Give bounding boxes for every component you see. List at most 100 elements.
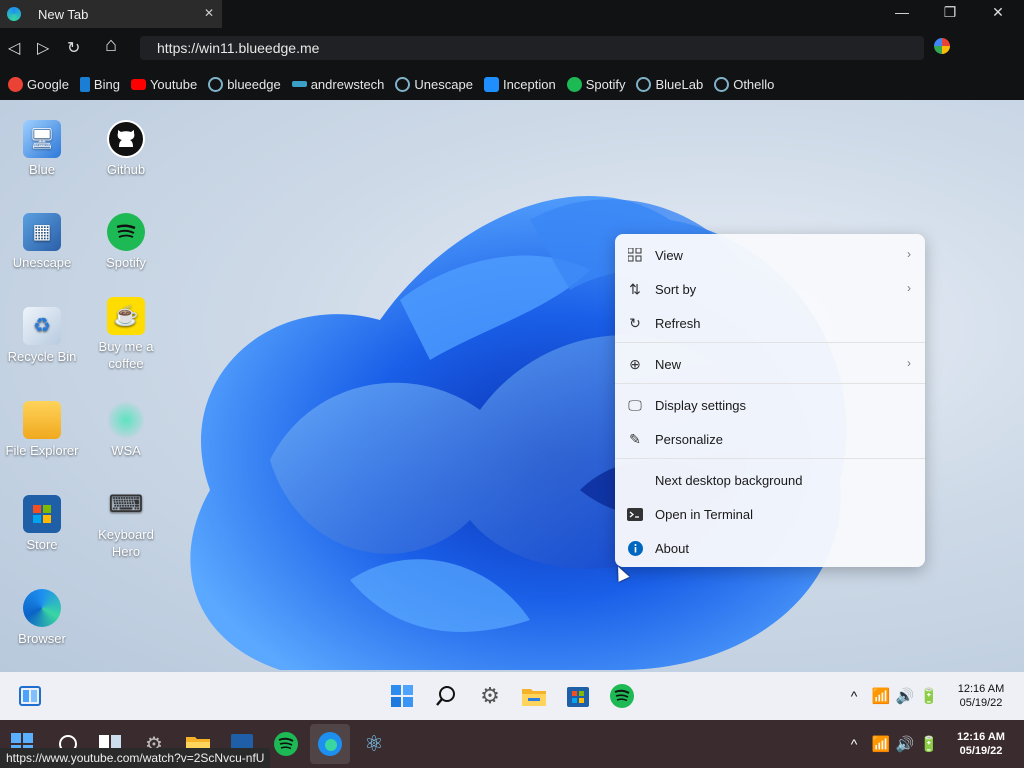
- menu-item-about[interactable]: About: [615, 533, 925, 563]
- grid-icon: [627, 247, 643, 263]
- unescape-icon: ▦: [23, 213, 61, 251]
- desktop-icon-wsa[interactable]: WSA: [84, 401, 168, 459]
- store-icon[interactable]: [566, 684, 590, 708]
- menu-item-view[interactable]: View ›: [615, 240, 925, 270]
- chevron-up-icon[interactable]: ^: [842, 732, 866, 756]
- tab-title: New Tab: [38, 6, 89, 22]
- store-icon: [23, 495, 61, 533]
- spotify-icon[interactable]: [610, 684, 634, 708]
- desktop-icon-github[interactable]: Github: [84, 120, 168, 178]
- computer-icon: 🖥: [23, 120, 61, 158]
- google-icon[interactable]: [934, 38, 950, 54]
- plus-circle-icon: ⊕: [629, 355, 641, 372]
- menu-item-personalize[interactable]: ✎ Personalize: [615, 424, 925, 454]
- volume-icon[interactable]: 🔊: [893, 684, 917, 708]
- volume-icon[interactable]: 🔊: [893, 732, 917, 756]
- navigation-bar: ◁ ▷ ↻ ⌂ https://win11.blueedge.me: [0, 28, 1024, 68]
- refresh-icon: ↻: [629, 314, 641, 331]
- menu-item-label: Next desktop background: [655, 472, 803, 488]
- react-atom-icon[interactable]: ⚛: [362, 731, 386, 756]
- spotify-icon[interactable]: [274, 732, 298, 756]
- desktop[interactable]: 🖥 Blue ▦ Unescape ♻ Recycle Bin File Exp…: [0, 100, 1024, 672]
- widgets-icon[interactable]: [18, 684, 42, 708]
- bookmark-othello[interactable]: Othello: [714, 76, 774, 92]
- reload-icon[interactable]: ↻: [67, 38, 80, 58]
- tab-close-icon[interactable]: ✕: [204, 6, 214, 20]
- bookmark-blueedge[interactable]: blueedge: [208, 76, 281, 92]
- edge-favicon-icon: [7, 7, 21, 21]
- desktop-icon-browser[interactable]: Browser: [0, 589, 84, 647]
- react-atom-icon: [714, 76, 730, 92]
- wifi-icon[interactable]: 📶: [869, 732, 893, 756]
- tab-new-tab[interactable]: New Tab ✕: [0, 0, 222, 28]
- inner-clock[interactable]: 12:16 AM 05/19/22: [950, 682, 1012, 710]
- bookmark-label: blueedge: [227, 76, 281, 92]
- desktop-icon-keyboard-hero[interactable]: ⌨ Keyboard Hero: [84, 485, 168, 560]
- menu-item-display-settings[interactable]: 🖵 Display settings: [615, 390, 925, 420]
- inception-icon: [483, 76, 499, 92]
- bookmark-label: Spotify: [585, 76, 626, 92]
- react-atom-icon: [636, 76, 652, 92]
- desktop-icon-recycle-bin[interactable]: ♻ Recycle Bin: [0, 307, 84, 365]
- bookmark-spotify[interactable]: Spotify: [566, 76, 626, 92]
- battery-icon[interactable]: 🔋: [917, 684, 941, 708]
- clock-date: 05/19/22: [959, 745, 1003, 757]
- bookmark-bing[interactable]: Bing: [79, 76, 120, 92]
- search-icon[interactable]: [434, 684, 458, 708]
- bookmark-inception[interactable]: Inception: [483, 76, 556, 92]
- bookmark-bluelab[interactable]: BlueLab: [636, 76, 703, 92]
- desktop-icon-file-explorer[interactable]: File Explorer: [0, 401, 84, 459]
- bookmark-unescape[interactable]: Unescape: [395, 76, 473, 92]
- minimize-button[interactable]: —: [892, 4, 912, 20]
- desktop-icon-buy-me-a-coffee[interactable]: ☕ Buy me a coffee: [84, 297, 168, 372]
- desktop-icon-store[interactable]: Store: [0, 495, 84, 553]
- menu-item-label: View: [655, 247, 683, 263]
- home-icon[interactable]: ⌂: [105, 34, 117, 57]
- menu-item-new[interactable]: ⊕ New ›: [615, 349, 925, 379]
- bing-icon: [79, 76, 90, 92]
- chevron-up-icon[interactable]: ^: [842, 684, 866, 708]
- desktop-icon-label: Keyboard Hero: [98, 527, 154, 559]
- bookmark-youtube[interactable]: Youtube: [130, 77, 197, 92]
- maximize-button[interactable]: ❐: [940, 4, 960, 21]
- edge-icon[interactable]: [318, 732, 342, 756]
- coffee-cup-icon: ☕: [107, 297, 145, 335]
- menu-item-sort-by[interactable]: ⇅ Sort by ›: [615, 274, 925, 304]
- desktop-icon-label: Store: [26, 537, 58, 552]
- bookmark-label: Bing: [93, 76, 120, 92]
- file-explorer-icon[interactable]: [522, 684, 546, 708]
- menu-item-refresh[interactable]: ↻ Refresh: [615, 308, 925, 338]
- clock-date: 05/19/22: [959, 697, 1003, 709]
- menu-item-label: About: [655, 540, 689, 556]
- wsa-icon: [107, 401, 145, 439]
- menu-item-label: Refresh: [655, 315, 701, 331]
- desktop-icon-spotify[interactable]: Spotify: [84, 213, 168, 271]
- menu-item-open-in-terminal[interactable]: Open in Terminal: [615, 499, 925, 529]
- bookmark-google[interactable]: Google: [8, 76, 69, 92]
- edge-icon: [23, 589, 61, 627]
- start-icon[interactable]: [390, 684, 414, 708]
- menu-item-label: Display settings: [655, 397, 747, 413]
- battery-icon[interactable]: 🔋: [917, 732, 941, 756]
- wifi-icon[interactable]: 📶: [869, 684, 893, 708]
- folder-icon: [23, 401, 61, 439]
- settings-gear-icon[interactable]: ⚙: [478, 683, 502, 708]
- desktop-icon-label: Recycle Bin: [7, 349, 77, 364]
- back-icon[interactable]: ◁: [8, 38, 20, 58]
- forward-icon[interactable]: ▷: [37, 38, 49, 58]
- github-icon: [107, 120, 145, 158]
- address-bar[interactable]: https://win11.blueedge.me: [140, 36, 924, 60]
- youtube-icon: [130, 78, 146, 90]
- google-icon: [8, 76, 23, 92]
- clock-time: 12:16 AM: [957, 683, 1005, 695]
- desktop-icon-unescape[interactable]: ▦ Unescape: [0, 213, 84, 271]
- menu-item-next-desktop-background[interactable]: Next desktop background: [615, 465, 925, 495]
- host-clock[interactable]: 12:16 AM 05/19/22: [950, 730, 1012, 758]
- desktop-icon-label: Browser: [18, 631, 66, 646]
- spotify-icon: [566, 76, 582, 92]
- bookmark-andrewstech[interactable]: andrewstech: [291, 77, 384, 92]
- desktop-icon-label: Blue: [28, 162, 56, 177]
- close-window-button[interactable]: ✕: [988, 4, 1008, 21]
- desktop-icon-blue[interactable]: 🖥 Blue: [0, 120, 84, 178]
- desktop-icon-label: File Explorer: [5, 443, 79, 458]
